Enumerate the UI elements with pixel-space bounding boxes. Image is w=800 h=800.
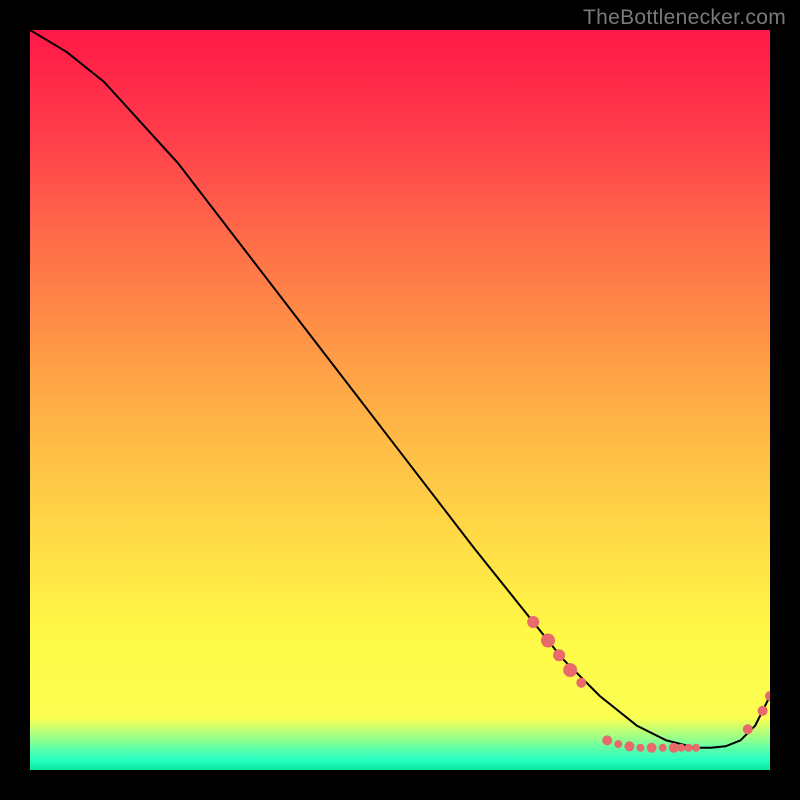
data-marker bbox=[527, 616, 539, 628]
curve-svg bbox=[30, 30, 770, 770]
data-marker bbox=[765, 691, 770, 701]
data-marker bbox=[602, 735, 612, 745]
data-marker bbox=[677, 744, 685, 752]
watermark-text: TheBottlenecker.com bbox=[583, 6, 786, 30]
plot-area bbox=[30, 30, 770, 770]
bottleneck-curve bbox=[30, 30, 770, 748]
data-marker bbox=[692, 744, 700, 752]
data-marker bbox=[758, 706, 768, 716]
data-marker bbox=[563, 663, 577, 677]
chart-container: TheBottlenecker.com bbox=[0, 0, 800, 800]
data-marker bbox=[553, 649, 565, 661]
data-marker bbox=[685, 744, 693, 752]
data-marker bbox=[743, 724, 753, 734]
data-marker bbox=[576, 678, 586, 688]
data-marker bbox=[647, 743, 657, 753]
data-marker bbox=[659, 744, 667, 752]
data-marker bbox=[614, 740, 622, 748]
data-marker bbox=[624, 741, 634, 751]
data-marker bbox=[541, 634, 555, 648]
data-marker bbox=[637, 744, 645, 752]
